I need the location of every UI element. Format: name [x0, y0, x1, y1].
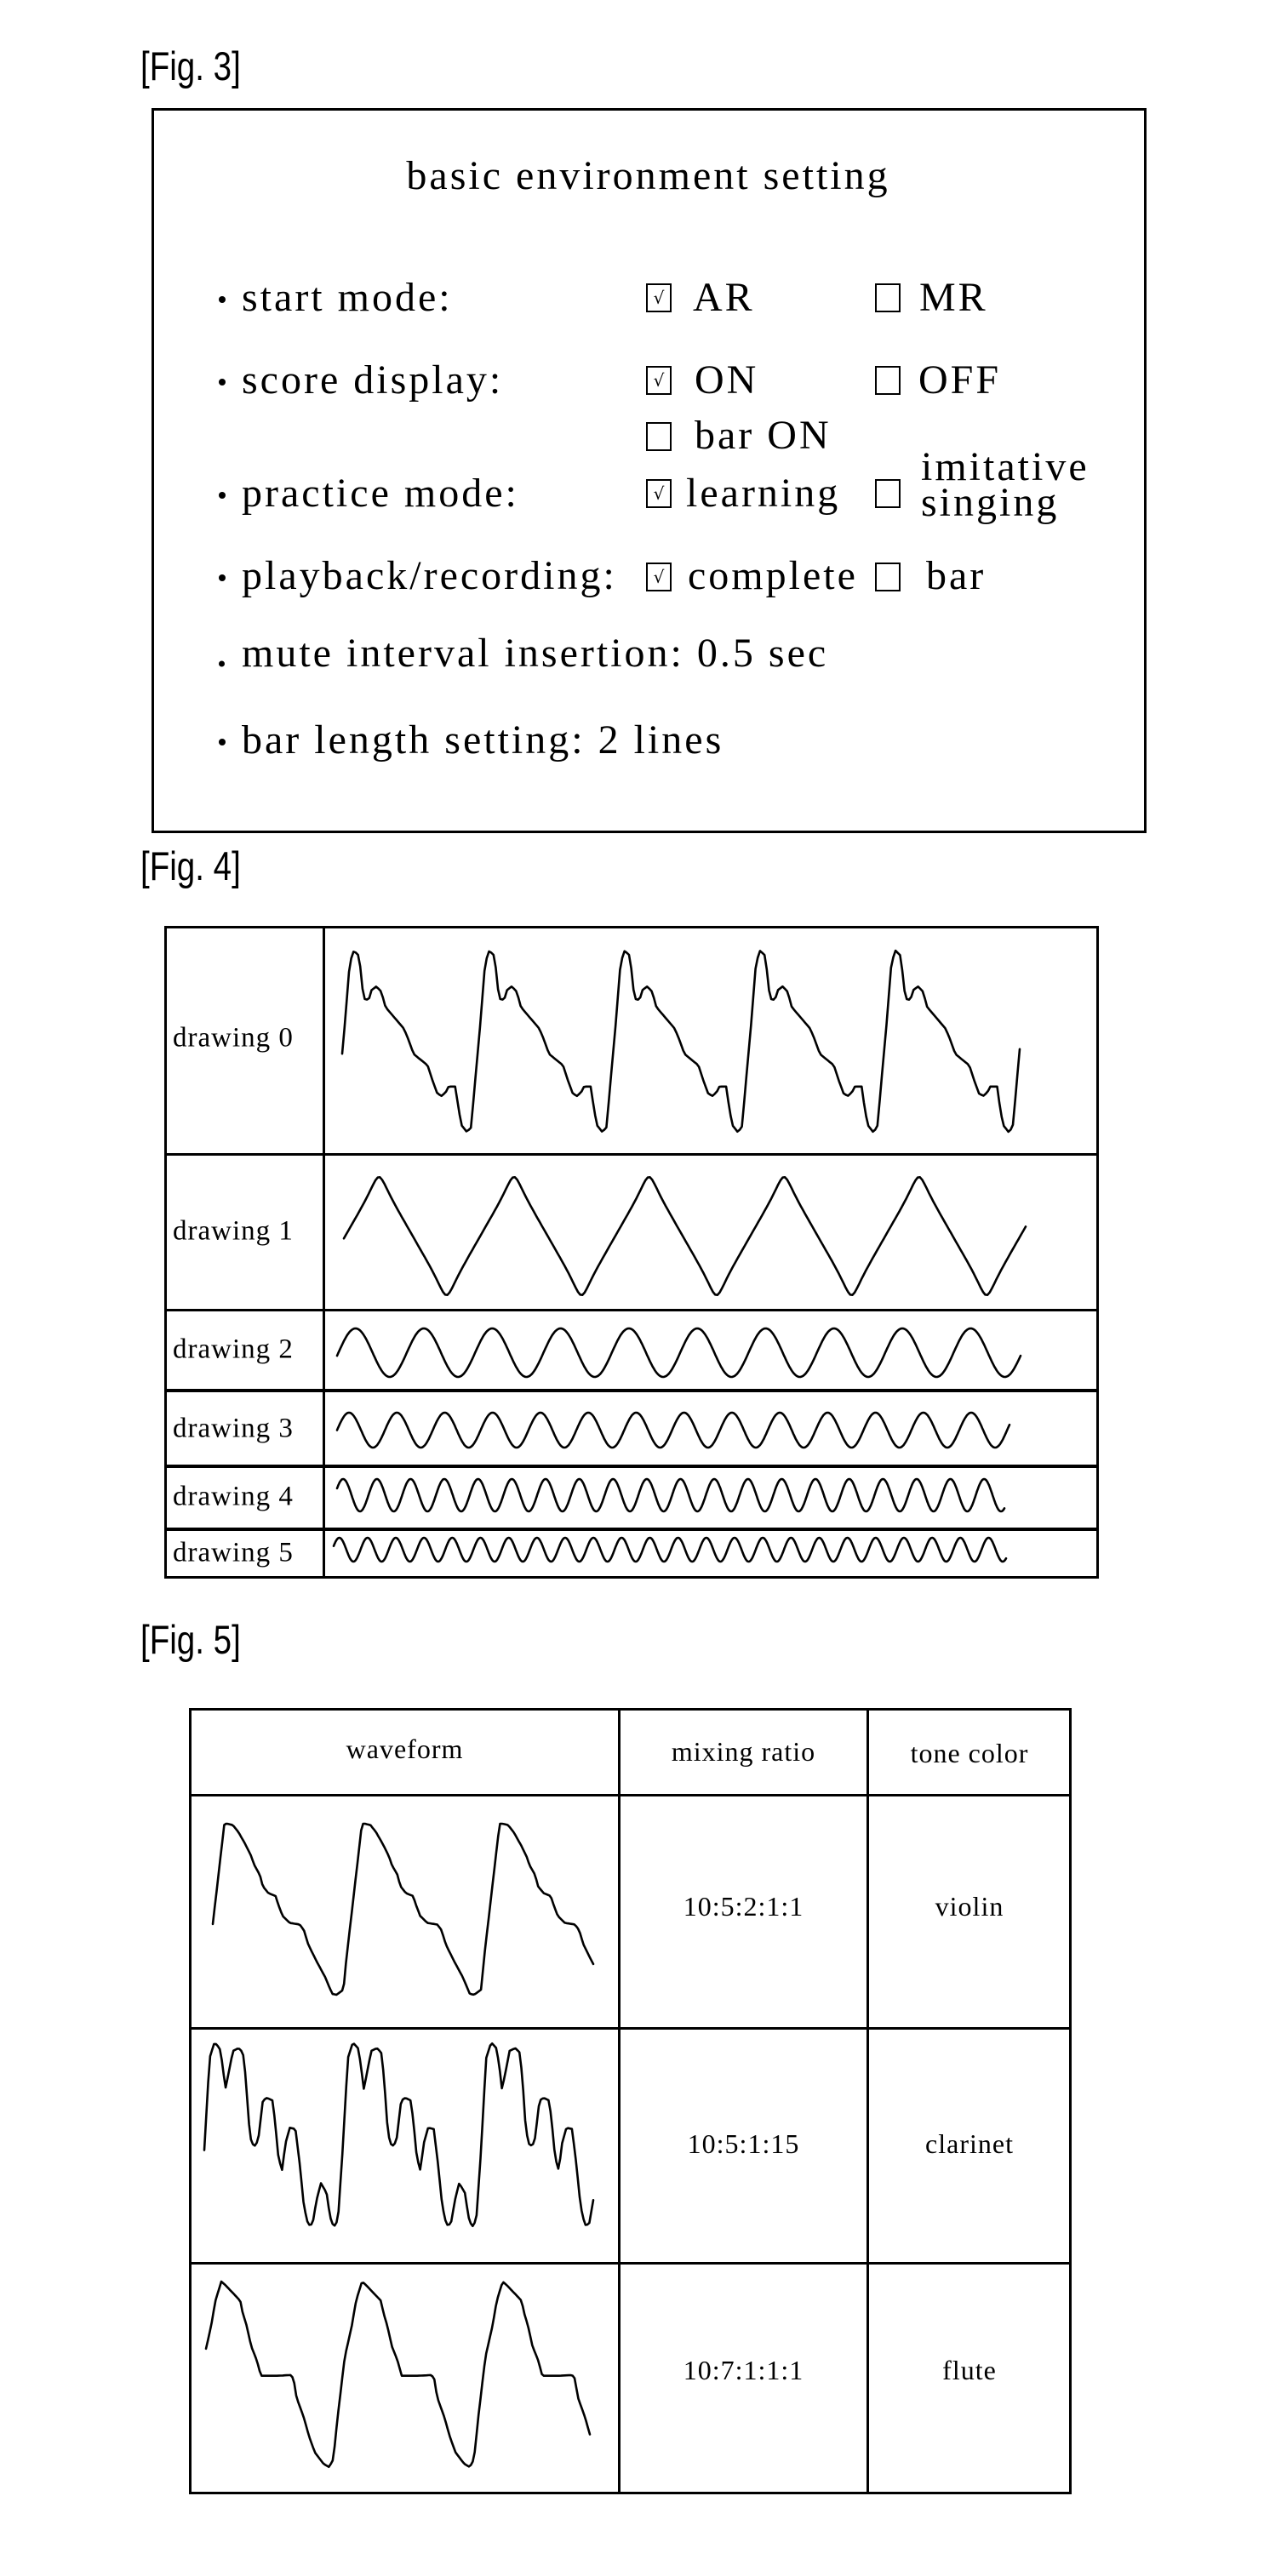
playback-recording-label: playback/recording:: [242, 553, 617, 598]
drawing-2-label: drawing 2: [173, 1334, 294, 1365]
bullet-icon: [219, 739, 226, 745]
checkbox-start-mode-ar[interactable]: √: [646, 283, 672, 312]
mixing-ratio-flute: 10:7:1:1:1: [683, 2354, 804, 2385]
checkbox-playback-complete[interactable]: √: [646, 563, 672, 591]
row-divider: [189, 1794, 1072, 1796]
check-icon: √: [653, 288, 665, 308]
column-divider: [323, 926, 325, 1579]
figure-3-label: [Fig. 3]: [140, 43, 241, 89]
option-learning-label: learning: [686, 471, 841, 516]
row-divider: [189, 2027, 1072, 2030]
tone-color-flute: flute: [942, 2354, 997, 2385]
checkbox-playback-bar[interactable]: [875, 563, 901, 591]
row-divider: [164, 1528, 1099, 1531]
checkbox-practice-mode-imitative-singing[interactable]: [875, 479, 901, 508]
option-complete-label: complete: [688, 553, 858, 598]
drawing-1-label: drawing 1: [173, 1215, 294, 1247]
start-mode-label: start mode:: [242, 275, 453, 320]
drawing-3-label: drawing 3: [173, 1413, 294, 1444]
checkbox-score-display-off[interactable]: [875, 366, 901, 395]
header-mixing-ratio: mixing ratio: [671, 1735, 816, 1767]
drawing-0-label: drawing 0: [173, 1022, 294, 1054]
bullet-icon: [219, 574, 226, 581]
row-divider: [189, 2262, 1072, 2265]
header-waveform: waveform: [346, 1733, 464, 1764]
check-icon: √: [653, 567, 665, 587]
checkbox-practice-mode-learning[interactable]: √: [646, 479, 672, 508]
option-imitative-singing-label-line2: singing: [921, 480, 1060, 525]
drawing-4-label: drawing 4: [173, 1481, 294, 1512]
header-tone-color: tone color: [910, 1737, 1029, 1768]
option-on-label: ON: [695, 357, 759, 403]
figure-4-label: [Fig. 4]: [140, 843, 241, 888]
check-icon: √: [653, 370, 665, 391]
drawing-5-label: drawing 5: [173, 1537, 294, 1568]
option-bar-label: bar: [926, 553, 987, 598]
bullet-icon: [219, 296, 226, 303]
option-mr-label: MR: [919, 275, 988, 320]
score-display-label: score display:: [242, 357, 504, 403]
checkbox-score-display-bar-on[interactable]: [646, 422, 672, 451]
tone-color-violin: violin: [935, 1890, 1004, 1922]
row-divider: [164, 1309, 1099, 1311]
bullet-icon: [219, 379, 226, 386]
check-icon: √: [653, 483, 665, 504]
option-bar-on-label: bar ON: [695, 413, 832, 458]
bullet-icon: [219, 660, 225, 667]
mixing-ratio-clarinet: 10:5:1:15: [687, 2128, 800, 2159]
option-imitative-singing-label-line1: imitative: [921, 444, 1090, 489]
tone-color-clarinet: clarinet: [925, 2128, 1014, 2159]
mute-interval-insertion-setting: mute interval insertion: 0.5 sec: [242, 631, 829, 676]
row-divider: [164, 1465, 1099, 1468]
checkbox-start-mode-mr[interactable]: [875, 283, 901, 312]
panel-title: basic environment setting: [406, 153, 890, 198]
drawing-table: [164, 926, 1099, 1579]
bullet-icon: [219, 492, 226, 499]
option-off-label: OFF: [918, 357, 1002, 403]
mixing-ratio-violin: 10:5:2:1:1: [683, 1890, 804, 1922]
option-ar-label: AR: [693, 275, 755, 320]
checkbox-score-display-on[interactable]: √: [646, 366, 672, 395]
figure-5-label: [Fig. 5]: [140, 1617, 241, 1662]
bar-length-setting: bar length setting: 2 lines: [242, 717, 724, 763]
practice-mode-label: practice mode:: [242, 471, 519, 516]
row-divider: [164, 1389, 1099, 1392]
row-divider: [164, 1153, 1099, 1156]
